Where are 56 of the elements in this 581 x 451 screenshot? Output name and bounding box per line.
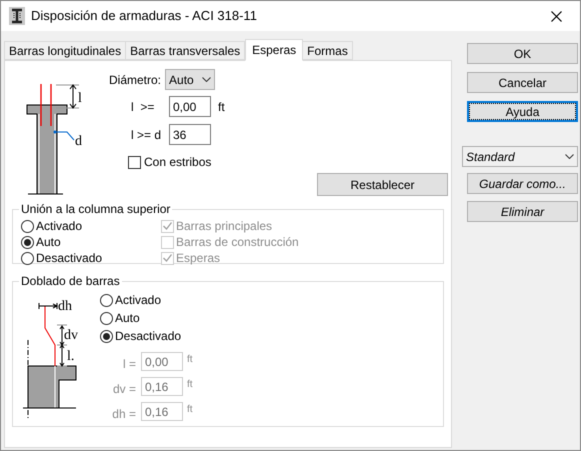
tab[interactable]: Esperas [245,39,304,61]
dimension-label: dv [64,328,78,343]
unit-label: ft [187,353,193,367]
unit-label: ft [187,403,193,417]
window-title: Disposición de armaduras - ACI 318-11 [31,7,257,26]
radio-button[interactable] [100,330,113,342]
preset-dropdown[interactable]: Standard [462,146,578,167]
dimension-label: d [75,134,82,149]
input-field[interactable]: 36 [169,124,211,145]
dialog-button[interactable]: Guardar como... [467,173,578,194]
radio-label: Desactivado [115,328,182,345]
checkbox-label: Con estribos [144,154,212,171]
radio-button[interactable] [21,252,34,264]
field-label: l >= [130,98,156,116]
dimension-label: l. [67,349,74,364]
dimension-label: dh [58,300,72,314]
group-title: Unión a la columna superior [20,201,172,218]
dialog-button[interactable]: Ayuda [467,101,578,122]
radio-label: Auto [36,234,61,251]
close-icon[interactable] [551,10,562,22]
field-label: l = [122,356,136,373]
tab[interactable]: Barras transversales [125,41,246,60]
field-label: dh = [111,406,136,423]
field-label: Diámetro: [109,72,162,88]
tab[interactable]: Barras longitudinales [4,41,126,60]
diameter-dropdown[interactable]: Auto [165,69,216,90]
checkmark-icon [163,222,172,230]
chevron-down-icon [565,154,574,159]
reset-button[interactable]: Restablecer [317,173,448,196]
group-title: Doblado de barras [20,273,121,290]
radio-label: Desactivado [36,250,102,267]
unit-label: ft [218,98,225,116]
dimension-label: l [78,91,82,106]
field-label: l >= d [130,126,162,144]
leader-line [54,130,74,140]
dialog-button[interactable]: OK [467,43,578,64]
checkbox[interactable] [128,156,141,168]
dialog-button[interactable]: Eliminar [467,201,578,222]
radio-button[interactable] [100,294,113,306]
radio-button[interactable] [21,236,34,248]
radio-button[interactable] [21,220,34,232]
checkmark-icon [163,254,172,262]
checkbox-label: Barras principales [176,218,272,235]
input-field[interactable]: 0,00 [169,96,211,117]
checkbox-label: Barras de construcción [176,234,299,251]
beam-section-icon [9,7,25,25]
tab[interactable]: Formas [302,41,353,60]
radio-label: Auto [115,310,140,327]
unit-label: ft [187,378,193,392]
checkbox-label: Esperas [176,250,220,267]
field-label: dv = [112,381,136,398]
radio-label: Activado [36,218,82,235]
radio-label: Activado [115,292,162,309]
radio-button[interactable] [100,312,113,324]
chevron-down-icon [202,77,212,82]
dialog-button[interactable]: Cancelar [467,72,578,93]
